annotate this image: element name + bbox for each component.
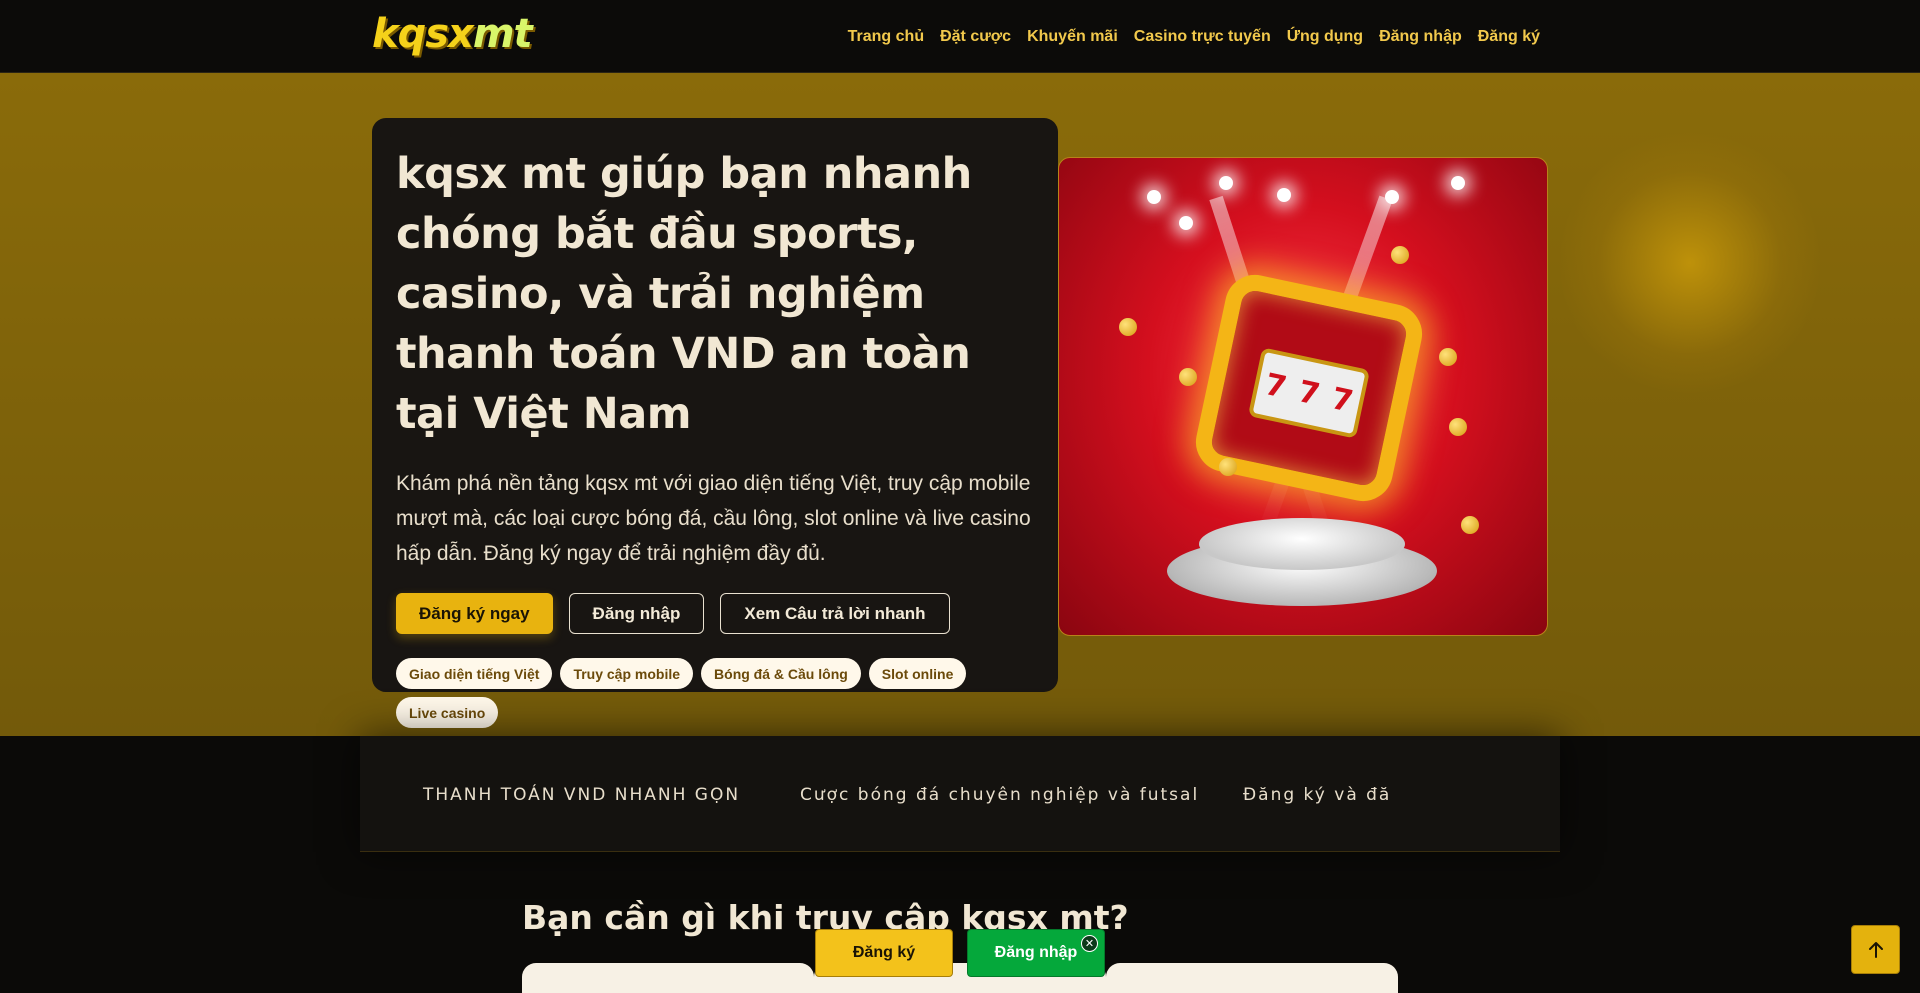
site-header: kqsxmt Trang chủ Đặt cược Khuyến mãi Cas… [0,0,1920,73]
tag-mobile-access: Truy cập mobile [560,658,694,689]
marquee-item: Cược bóng đá chuyên nghiệp và futsal [800,785,1200,805]
tag-live-casino: Live casino [396,697,499,728]
marquee-item: THANH TOÁN VND NHANH GỌN [423,785,741,805]
register-now-button[interactable]: Đăng ký ngay [396,593,553,634]
login-button[interactable]: Đăng nhập [568,593,705,634]
spotlight-decoration [1219,176,1233,190]
marquee-item: Đăng ký và đă [1243,785,1392,805]
podium-top-decoration [1199,518,1405,570]
nav-register[interactable]: Đăng ký [1478,28,1540,46]
tag-slot-online: Slot online [868,658,967,689]
reel-symbol: 7 [1295,373,1323,413]
nav-online-casino[interactable]: Casino trực tuyến [1134,28,1271,46]
coin-decoration [1391,246,1409,264]
spotlight-decoration [1147,190,1161,204]
feature-tags: Giao diện tiếng Việt Truy cập mobile Bón… [396,658,996,728]
feature-marquee: THANH TOÁN VND NHANH GỌN Cược bóng đá ch… [360,736,1560,852]
close-icon[interactable]: ✕ [1081,935,1098,952]
spotlight-decoration [1179,216,1193,230]
arrow-up-icon [1868,941,1883,958]
tag-vietnamese-ui: Giao diện tiếng Việt [396,658,553,689]
info-card [522,963,814,993]
site-logo[interactable]: kqsxmt [372,10,533,58]
tag-football-badminton: Bóng đá & Cầu lông [701,658,861,689]
scroll-to-top-button[interactable] [1851,925,1900,974]
spotlight-decoration [1451,176,1465,190]
slot-machine-illustration: 7 7 7 [1058,157,1548,636]
logo-text-accent: mt [472,11,533,57]
nav-app[interactable]: Ứng dụng [1287,28,1363,46]
coin-decoration [1219,458,1237,476]
nav-login[interactable]: Đăng nhập [1379,28,1462,46]
sticky-register-button[interactable]: Đăng ký [815,929,953,977]
quick-answers-button[interactable]: Xem Câu trả lời nhanh [720,593,950,634]
coin-decoration [1119,318,1137,336]
hero-card: kqsx mt giúp bạn nhanh chóng bắt đầu spo… [372,118,1058,728]
hero-description: Khám phá nền tảng kqsx mt với giao diện … [396,472,1031,565]
nav-promotions[interactable]: Khuyến mãi [1027,28,1118,46]
hero-button-row: Đăng ký ngay Đăng nhập Xem Câu trả lời n… [396,593,1034,634]
coin-decoration [1461,516,1479,534]
info-card [1106,963,1398,993]
spotlight-decoration [1277,188,1291,202]
hero-title: kqsx mt giúp bạn nhanh chóng bắt đầu spo… [396,149,972,439]
nav-betting[interactable]: Đặt cược [940,28,1011,46]
logo-text-main: kqsx [372,11,474,57]
coin-decoration [1179,368,1197,386]
coin-decoration [1439,348,1457,366]
nav-home[interactable]: Trang chủ [848,28,924,46]
hero-glow-decoration [1560,133,1820,393]
hero-section: kqsx mt giúp bạn nhanh chóng bắt đầu spo… [0,73,1920,736]
reel-symbol: 7 [1328,380,1357,420]
main-nav: Trang chủ Đặt cược Khuyến mãi Casino trự… [848,0,1540,73]
reel-symbol: 7 [1261,366,1290,406]
coin-decoration [1449,418,1467,436]
